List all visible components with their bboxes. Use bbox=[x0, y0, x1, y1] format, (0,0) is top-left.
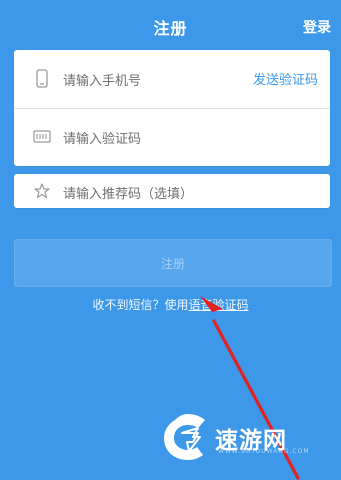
sms-help-text: 收不到短信？使用 bbox=[92, 298, 189, 312]
watermark-logo-icon bbox=[164, 414, 205, 460]
send-verification-code-button[interactable]: 发送验证码 bbox=[253, 69, 318, 88]
verification-code-icon bbox=[32, 126, 52, 148]
watermark: 速游网 WWW.SUYOUWANG.COM bbox=[160, 408, 330, 466]
watermark-subtext: WWW.SUYOUWANG.COM bbox=[218, 448, 310, 455]
top-bar: 注册 登录 bbox=[0, 0, 341, 50]
login-link[interactable]: 登录 bbox=[303, 17, 331, 37]
page-title: 注册 bbox=[153, 19, 188, 38]
phone-number-row: 请输入手机号 发送验证码 bbox=[14, 50, 330, 108]
register-button[interactable]: 注册 bbox=[14, 239, 332, 287]
registration-form-card: 请输入手机号 发送验证码 请输入验证码 bbox=[14, 50, 330, 166]
verification-code-row: 请输入验证码 bbox=[14, 108, 330, 166]
star-icon bbox=[32, 181, 52, 203]
phone-icon bbox=[32, 68, 52, 90]
verification-code-input[interactable]: 请输入验证码 bbox=[63, 128, 141, 147]
referral-code-input[interactable]: 请输入推荐码（选填） bbox=[63, 183, 193, 202]
referral-code-card: 请输入推荐码（选填） bbox=[14, 174, 330, 208]
sms-help-row: 收不到短信？使用语音验证码 bbox=[0, 296, 341, 313]
phone-number-input[interactable]: 请输入手机号 bbox=[63, 70, 141, 89]
voice-code-link[interactable]: 语音验证码 bbox=[189, 298, 249, 312]
register-button-label: 注册 bbox=[160, 257, 185, 271]
